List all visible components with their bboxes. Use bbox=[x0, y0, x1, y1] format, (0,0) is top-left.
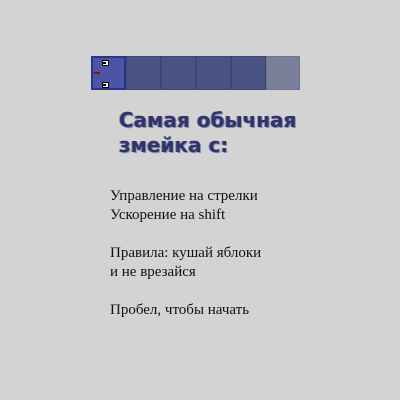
controls-boost-text: Ускорение на shift bbox=[110, 207, 226, 223]
rules-instructions: Правила: кушай яблоки и не врезайся bbox=[110, 244, 261, 282]
snake-body-segment bbox=[196, 56, 231, 90]
controls-arrows-text: Управление на стрелки bbox=[110, 188, 258, 204]
snake-body-segment bbox=[126, 56, 161, 90]
controls-instructions: Управление на стрелки Ускорение на shift bbox=[110, 187, 258, 225]
rules-line-2: и не врезайся bbox=[110, 264, 196, 280]
rules-line-1: Правила: кушай яблоки bbox=[110, 245, 262, 261]
snake-head bbox=[91, 56, 126, 90]
snake-tongue-icon bbox=[94, 72, 100, 74]
snake-tail-segment bbox=[266, 56, 300, 90]
snake-eye-icon bbox=[102, 60, 109, 66]
snake bbox=[91, 56, 300, 90]
snake-body-segment bbox=[231, 56, 266, 90]
snake-eye-icon bbox=[102, 82, 109, 88]
game-title: Самая обычная змейка с: bbox=[119, 108, 297, 157]
start-hint: Пробел, чтобы начать bbox=[110, 302, 250, 318]
snake-body-segment bbox=[161, 56, 196, 90]
